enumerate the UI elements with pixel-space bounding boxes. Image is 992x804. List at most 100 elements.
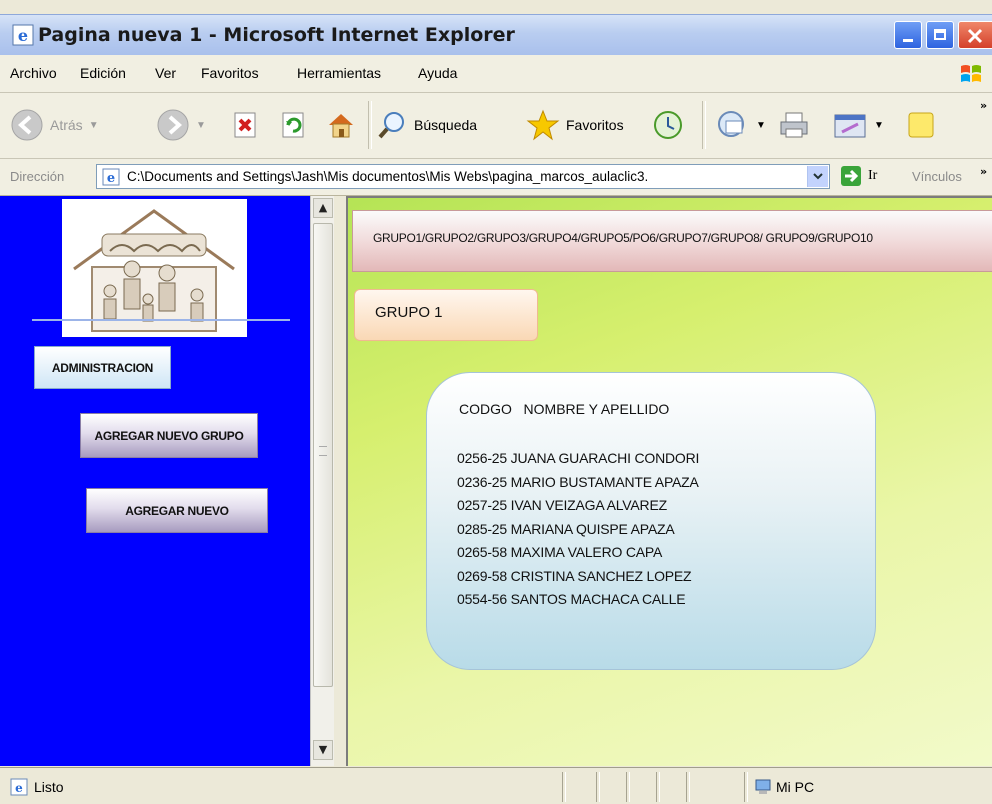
go-label: Ir: [868, 168, 878, 183]
status-bar: e Listo Mi PC: [0, 767, 992, 804]
refresh-button[interactable]: [280, 106, 308, 144]
left-frame: ADMINISTRACION AGREGAR NUEVO GRUPO AGREG…: [0, 196, 310, 766]
maximize-icon: [934, 29, 946, 40]
home-button[interactable]: [326, 106, 356, 144]
back-label: Atrás: [50, 117, 83, 133]
menu-bar: Archivo Edición Ver Favoritos Herramient…: [0, 55, 992, 93]
browser-window: e Pagina nueva 1 - Microsoft Internet Ex…: [0, 0, 992, 804]
status-divider: [744, 772, 748, 802]
menu-archivo[interactable]: Archivo: [10, 65, 57, 81]
address-value: C:\Documents and Settings\Jash\Mis docum…: [127, 169, 649, 184]
back-arrow-icon: [11, 109, 43, 141]
list-item: 0236-25 MARIO BUSTAMANTE APAZA: [457, 473, 699, 490]
maximize-button[interactable]: [926, 21, 954, 49]
edit-dropdown-icon[interactable]: ▼: [874, 120, 884, 131]
ie-logo-icon: e: [12, 24, 34, 46]
forward-button[interactable]: ▼: [156, 106, 206, 144]
add-new-button[interactable]: AGREGAR NUEVO: [86, 488, 268, 533]
scroll-down-button[interactable]: ▼: [313, 740, 333, 760]
edit-button[interactable]: ▼: [832, 106, 884, 144]
address-dropdown-button[interactable]: [807, 166, 828, 187]
print-button[interactable]: [778, 106, 810, 144]
grip-icon: [319, 446, 327, 456]
svg-text:e: e: [15, 781, 23, 795]
svg-text:e: e: [107, 171, 115, 186]
stop-icon: [234, 112, 256, 138]
windows-logo-icon: [961, 65, 981, 82]
add-new-group-button[interactable]: AGREGAR NUEVO GRUPO: [80, 413, 258, 458]
site-logo: [62, 199, 247, 337]
status-divider: [596, 772, 600, 802]
forward-dropdown-icon[interactable]: ▼: [196, 120, 206, 131]
administracion-button[interactable]: ADMINISTRACION: [34, 346, 171, 389]
favorites-button[interactable]: Favoritos: [526, 106, 624, 144]
menu-favoritos[interactable]: Favoritos: [201, 65, 259, 81]
toolbar-separator: [368, 101, 372, 149]
status-divider: [626, 772, 630, 802]
list-item: 0554-56 SANTOS MACHACA CALLE: [457, 591, 686, 607]
group-title: GRUPO 1: [375, 304, 443, 321]
groups-bar: GRUPO1/GRUPO2/GRUPO3/GRUPO4/GRUPO5/PO6/G…: [352, 210, 992, 272]
go-arrow-icon: [841, 166, 861, 186]
menu-herramientas[interactable]: Herramientas: [297, 65, 381, 81]
title-bar: e Pagina nueva 1 - Microsoft Internet Ex…: [0, 14, 992, 55]
close-icon: [967, 28, 983, 44]
members-panel: CODGO NOMBRE Y APELLIDO 0256-25 JUANA GU…: [426, 372, 876, 670]
address-bar: Dirección e C:\Documents and Settings\Ja…: [0, 159, 992, 196]
page-status-icon: e: [10, 778, 28, 796]
status-divider: [656, 772, 660, 802]
standard-toolbar: Atrás ▼ ▼ Búsqueda Favoritos ▼ ▼ »: [0, 93, 992, 159]
stop-button[interactable]: [232, 106, 260, 144]
scroll-thumb[interactable]: [313, 223, 333, 687]
edit-page-icon: [834, 114, 866, 138]
window-title: Pagina nueva 1 - Microsoft Internet Expl…: [38, 24, 515, 46]
messenger-button[interactable]: [906, 106, 936, 144]
address-label: Dirección: [10, 169, 65, 184]
scroll-up-button[interactable]: ▲: [313, 198, 333, 218]
links-overflow-icon[interactable]: »: [980, 165, 987, 178]
chevron-down-icon: [813, 173, 823, 180]
status-divider: [562, 772, 566, 802]
toolbar-overflow-icon[interactable]: »: [980, 99, 987, 112]
status-text: Listo: [34, 779, 64, 795]
menu-edicion[interactable]: Edición: [80, 65, 126, 81]
divider-line: [32, 319, 290, 321]
group-title-tab[interactable]: GRUPO 1: [354, 289, 538, 341]
history-button[interactable]: [652, 106, 684, 144]
links-label[interactable]: Vínculos: [912, 169, 962, 184]
my-computer-icon: [755, 779, 771, 794]
print-icon: [780, 112, 808, 138]
mail-dropdown-icon[interactable]: ▼: [756, 120, 766, 131]
history-icon: [654, 111, 682, 139]
back-button[interactable]: Atrás ▼: [10, 106, 99, 144]
minimize-button[interactable]: [894, 21, 922, 49]
back-dropdown-icon[interactable]: ▼: [89, 120, 99, 131]
groups-links[interactable]: GRUPO1/GRUPO2/GRUPO3/GRUPO4/GRUPO5/PO6/G…: [373, 231, 873, 245]
mail-button[interactable]: ▼: [716, 106, 766, 144]
page-icon: e: [102, 168, 120, 186]
minimize-icon: [903, 39, 913, 42]
star-icon: [526, 109, 560, 141]
menu-ver[interactable]: Ver: [155, 65, 176, 81]
right-frame: GRUPO1/GRUPO2/GRUPO3/GRUPO4/GRUPO5/PO6/G…: [346, 196, 992, 766]
search-button[interactable]: Búsqueda: [376, 106, 477, 144]
content-area: ADMINISTRACION AGREGAR NUEVO GRUPO AGREG…: [0, 196, 992, 766]
home-icon: [329, 114, 353, 138]
search-label: Búsqueda: [414, 117, 478, 133]
list-item: 0265-58 MAXIMA VALERO CAPA: [457, 544, 663, 560]
menu-ayuda[interactable]: Ayuda: [418, 65, 457, 81]
list-item: 0257-25 IVAN VEIZAGA ALVAREZ: [457, 497, 667, 513]
address-input[interactable]: e C:\Documents and Settings\Jash\Mis doc…: [96, 164, 830, 189]
close-button[interactable]: [958, 21, 992, 49]
list-item: 0285-25 MARIANA QUISPE APAZA: [457, 520, 675, 537]
search-icon: [378, 112, 404, 139]
family-house-logo-icon: [73, 209, 235, 332]
security-zone-text: Mi PC: [776, 779, 815, 795]
frame-separator: [334, 196, 346, 766]
favorites-label: Favoritos: [566, 117, 624, 133]
left-frame-scrollbar[interactable]: ▲ ▼: [310, 196, 335, 766]
note-icon: [908, 112, 934, 138]
members-table-header: CODGO NOMBRE Y APELLIDO: [459, 401, 670, 417]
refresh-icon: [282, 112, 304, 138]
go-button[interactable]: Ir: [840, 165, 877, 187]
